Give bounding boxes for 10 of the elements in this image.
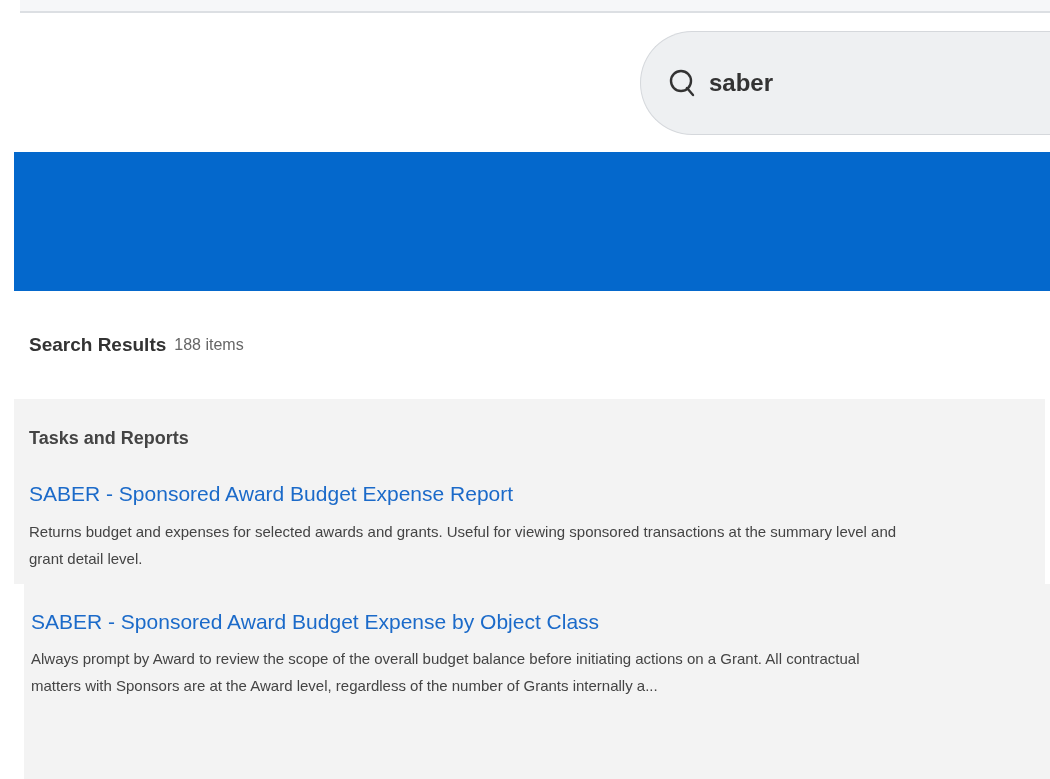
search-icon [669, 68, 695, 97]
search-input[interactable]: saber [709, 64, 1009, 101]
search-field[interactable]: saber [640, 30, 1050, 135]
results-count: 188 items [174, 335, 244, 355]
result-link[interactable]: SABER - Sponsored Award Budget Expense by Object Class [31, 605, 1043, 637]
result-description: Always prompt by Award to review the scope of the overall budget balance before initiating actions on a Grant. All contractual matters with Sponsors are at the Award level, regardless of the number of Grants internally a... [31, 649, 861, 696]
result-description: Returns budget and expenses for selected awards and grants. Useful for viewing sponsored transactions at the summary level and grant detail level. [29, 521, 898, 569]
results-title: Search Results [29, 332, 167, 357]
section-title: Tasks and Reports [29, 427, 190, 450]
result-link[interactable]: SABER - Sponsored Award Budget Expense Report [29, 478, 1030, 510]
